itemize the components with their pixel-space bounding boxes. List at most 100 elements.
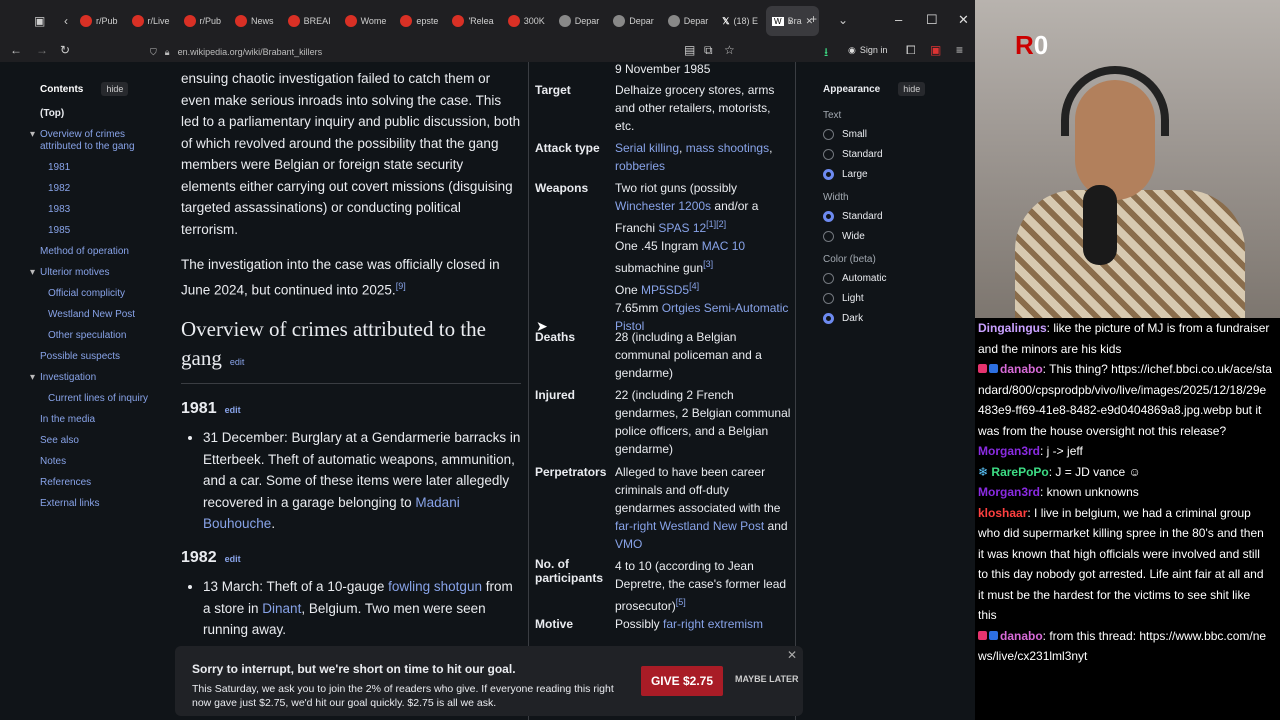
back-icon[interactable]: ← — [10, 43, 22, 57]
toc-item-investigation[interactable]: Investigation — [30, 372, 160, 384]
extension-badge-icon[interactable]: ▣ — [930, 43, 941, 57]
chat-username[interactable]: RarePoPo — [991, 465, 1048, 479]
toc-item-official-complicity[interactable]: Official complicity — [40, 288, 160, 300]
tab[interactable]: BREAI — [282, 6, 337, 36]
toc-hide-button[interactable]: hide — [101, 82, 129, 96]
text-size-large-option[interactable]: Large — [823, 169, 963, 180]
infobox-link[interactable]: robberies — [615, 159, 665, 173]
color-automatic-option[interactable]: Automatic — [823, 273, 963, 284]
chat-username[interactable]: danabo — [1000, 629, 1043, 643]
tab-actions-icon[interactable]: ▣ — [34, 14, 45, 28]
width-standard-option[interactable]: Standard — [823, 211, 963, 222]
text-size-standard-option[interactable]: Standard — [823, 149, 963, 160]
tab-list-icon[interactable]: ⌄ — [838, 13, 848, 27]
citation-link[interactable]: [4] — [689, 281, 699, 291]
url-bar[interactable]: ⛉ 🔒︎ en.wikipedia.org/wiki/Brabant_kille… — [150, 42, 670, 62]
text-size-small-option[interactable]: Small — [823, 129, 963, 140]
toc-title: Contents — [40, 83, 84, 95]
infobox-link[interactable]: MAC 10 — [702, 239, 745, 253]
tab[interactable]: 'Relea — [446, 6, 499, 36]
tab[interactable]: 𝕏 (18) E — [716, 6, 764, 36]
minimize-icon[interactable]: – — [895, 12, 902, 27]
chat-username[interactable]: danabo — [1000, 362, 1043, 376]
chat-username[interactable]: kloshaar — [978, 506, 1027, 520]
toc-item-overview[interactable]: Overview of crimes attributed to the gan… — [30, 129, 160, 153]
toc-item-1983[interactable]: 1983 — [40, 204, 160, 216]
toc-item-references[interactable]: References — [40, 477, 160, 489]
section-heading: Overview of crimes attributed to the gan… — [181, 315, 521, 384]
color-dark-option[interactable]: Dark — [823, 313, 963, 324]
infobox-link[interactable]: Serial killing — [615, 141, 679, 155]
infobox-link[interactable]: VMO — [615, 537, 642, 551]
chat-username[interactable]: Morgan3rd — [978, 444, 1040, 458]
color-light-option[interactable]: Light — [823, 293, 963, 304]
download-icon[interactable]: ⭳ — [824, 43, 828, 64]
screenshot-icon[interactable]: ⧉ — [704, 43, 713, 58]
reload-icon[interactable]: ↻ — [60, 43, 70, 57]
infobox-link[interactable]: mass shootings — [686, 141, 769, 155]
infobox-link[interactable]: MP5SD5 — [641, 283, 689, 297]
tab[interactable]: Depar — [553, 6, 606, 36]
tab[interactable]: r/Live — [126, 6, 176, 36]
edit-section-link[interactable]: edit — [225, 554, 241, 564]
gov-favicon-icon — [667, 15, 680, 27]
infobox: 9 November 1985 Target Delhaize grocery s… — [528, 62, 796, 720]
sign-in-button[interactable]: ◉ Sign in — [848, 45, 887, 56]
toc-item-method[interactable]: Method of operation — [40, 246, 160, 258]
infobox-link[interactable]: SPAS 12 — [658, 221, 706, 235]
toc-item-notes[interactable]: Notes — [40, 456, 160, 468]
toc-item-see-also[interactable]: See also — [40, 435, 160, 447]
citation-link[interactable]: [5] — [676, 597, 686, 607]
toc-item-media[interactable]: In the media — [40, 414, 160, 426]
appearance-hide-button[interactable]: hide — [898, 82, 926, 96]
toc-item-suspects[interactable]: Possible suspects — [40, 351, 160, 363]
chat-username[interactable]: Morgan3rd — [978, 485, 1040, 499]
toc-item-other-speculation[interactable]: Other speculation — [40, 330, 160, 342]
tab[interactable]: News — [229, 6, 280, 36]
close-window-icon[interactable]: ✕ — [958, 12, 969, 28]
mod-badge-icon — [989, 630, 998, 640]
tab[interactable]: Depar — [607, 6, 660, 36]
article-link[interactable]: Dinant — [262, 601, 301, 616]
chat-message: Dingalingus: like the picture of MJ is f… — [978, 318, 1272, 359]
toc-item-ulterior-motives[interactable]: Ulterior motives — [30, 267, 160, 279]
toc-item-westland[interactable]: Westland New Post — [40, 309, 160, 321]
toc-item-external-links[interactable]: External links — [40, 498, 160, 510]
tab[interactable]: epste — [394, 6, 444, 36]
tab[interactable]: r/Pub — [74, 6, 124, 36]
toc-item-1985[interactable]: 1985 — [40, 225, 160, 237]
edit-section-link[interactable]: edit — [230, 357, 245, 367]
menu-icon[interactable]: ≡ — [956, 43, 963, 57]
infobox-link[interactable]: far-right extremism — [663, 617, 763, 631]
infobox-link[interactable]: far-right Westland New Post — [615, 519, 764, 533]
citation-link[interactable]: [9] — [396, 281, 406, 291]
extensions-icon[interactable]: ⧠ — [906, 43, 916, 58]
chat-username[interactable]: Dingalingus — [978, 321, 1047, 335]
maybe-later-button[interactable]: MAYBE LATER — [735, 674, 799, 684]
give-button[interactable]: GIVE $2.75 — [641, 666, 723, 696]
maximize-icon[interactable]: ☐ — [926, 12, 938, 28]
forward-icon[interactable]: → — [36, 43, 48, 57]
infobox-key: Deaths — [535, 330, 576, 344]
toc-item-1982[interactable]: 1982 — [40, 183, 160, 195]
article-link[interactable]: fowling shotgun — [388, 579, 482, 594]
infobox-key: Perpetrators — [535, 465, 607, 479]
width-wide-option[interactable]: Wide — [823, 231, 963, 242]
tab[interactable]: Depar — [662, 6, 715, 36]
toc-item-lines-of-inquiry[interactable]: Current lines of inquiry — [40, 393, 160, 405]
bookmark-star-icon[interactable]: ☆ — [724, 43, 735, 57]
new-tab-icon[interactable]: + — [810, 12, 817, 26]
reader-view-icon[interactable]: ▤ — [684, 43, 695, 57]
toc-item-top[interactable]: (Top) — [40, 108, 160, 120]
tab[interactable]: 300K — [502, 6, 551, 36]
scroll-tabs-right-icon[interactable]: › — [788, 14, 792, 28]
scroll-tabs-left-icon[interactable]: ‹ — [64, 14, 68, 28]
edit-section-link[interactable]: edit — [225, 405, 241, 415]
infobox-link[interactable]: Winchester 1200s — [615, 199, 711, 213]
close-icon[interactable]: ✕ — [787, 648, 797, 662]
tab[interactable]: Wome — [339, 6, 393, 36]
citation-link[interactable]: [1][2] — [706, 219, 726, 229]
tab[interactable]: r/Pub — [178, 6, 228, 36]
toc-item-1981[interactable]: 1981 — [40, 162, 160, 174]
citation-link[interactable]: [3] — [703, 259, 713, 269]
